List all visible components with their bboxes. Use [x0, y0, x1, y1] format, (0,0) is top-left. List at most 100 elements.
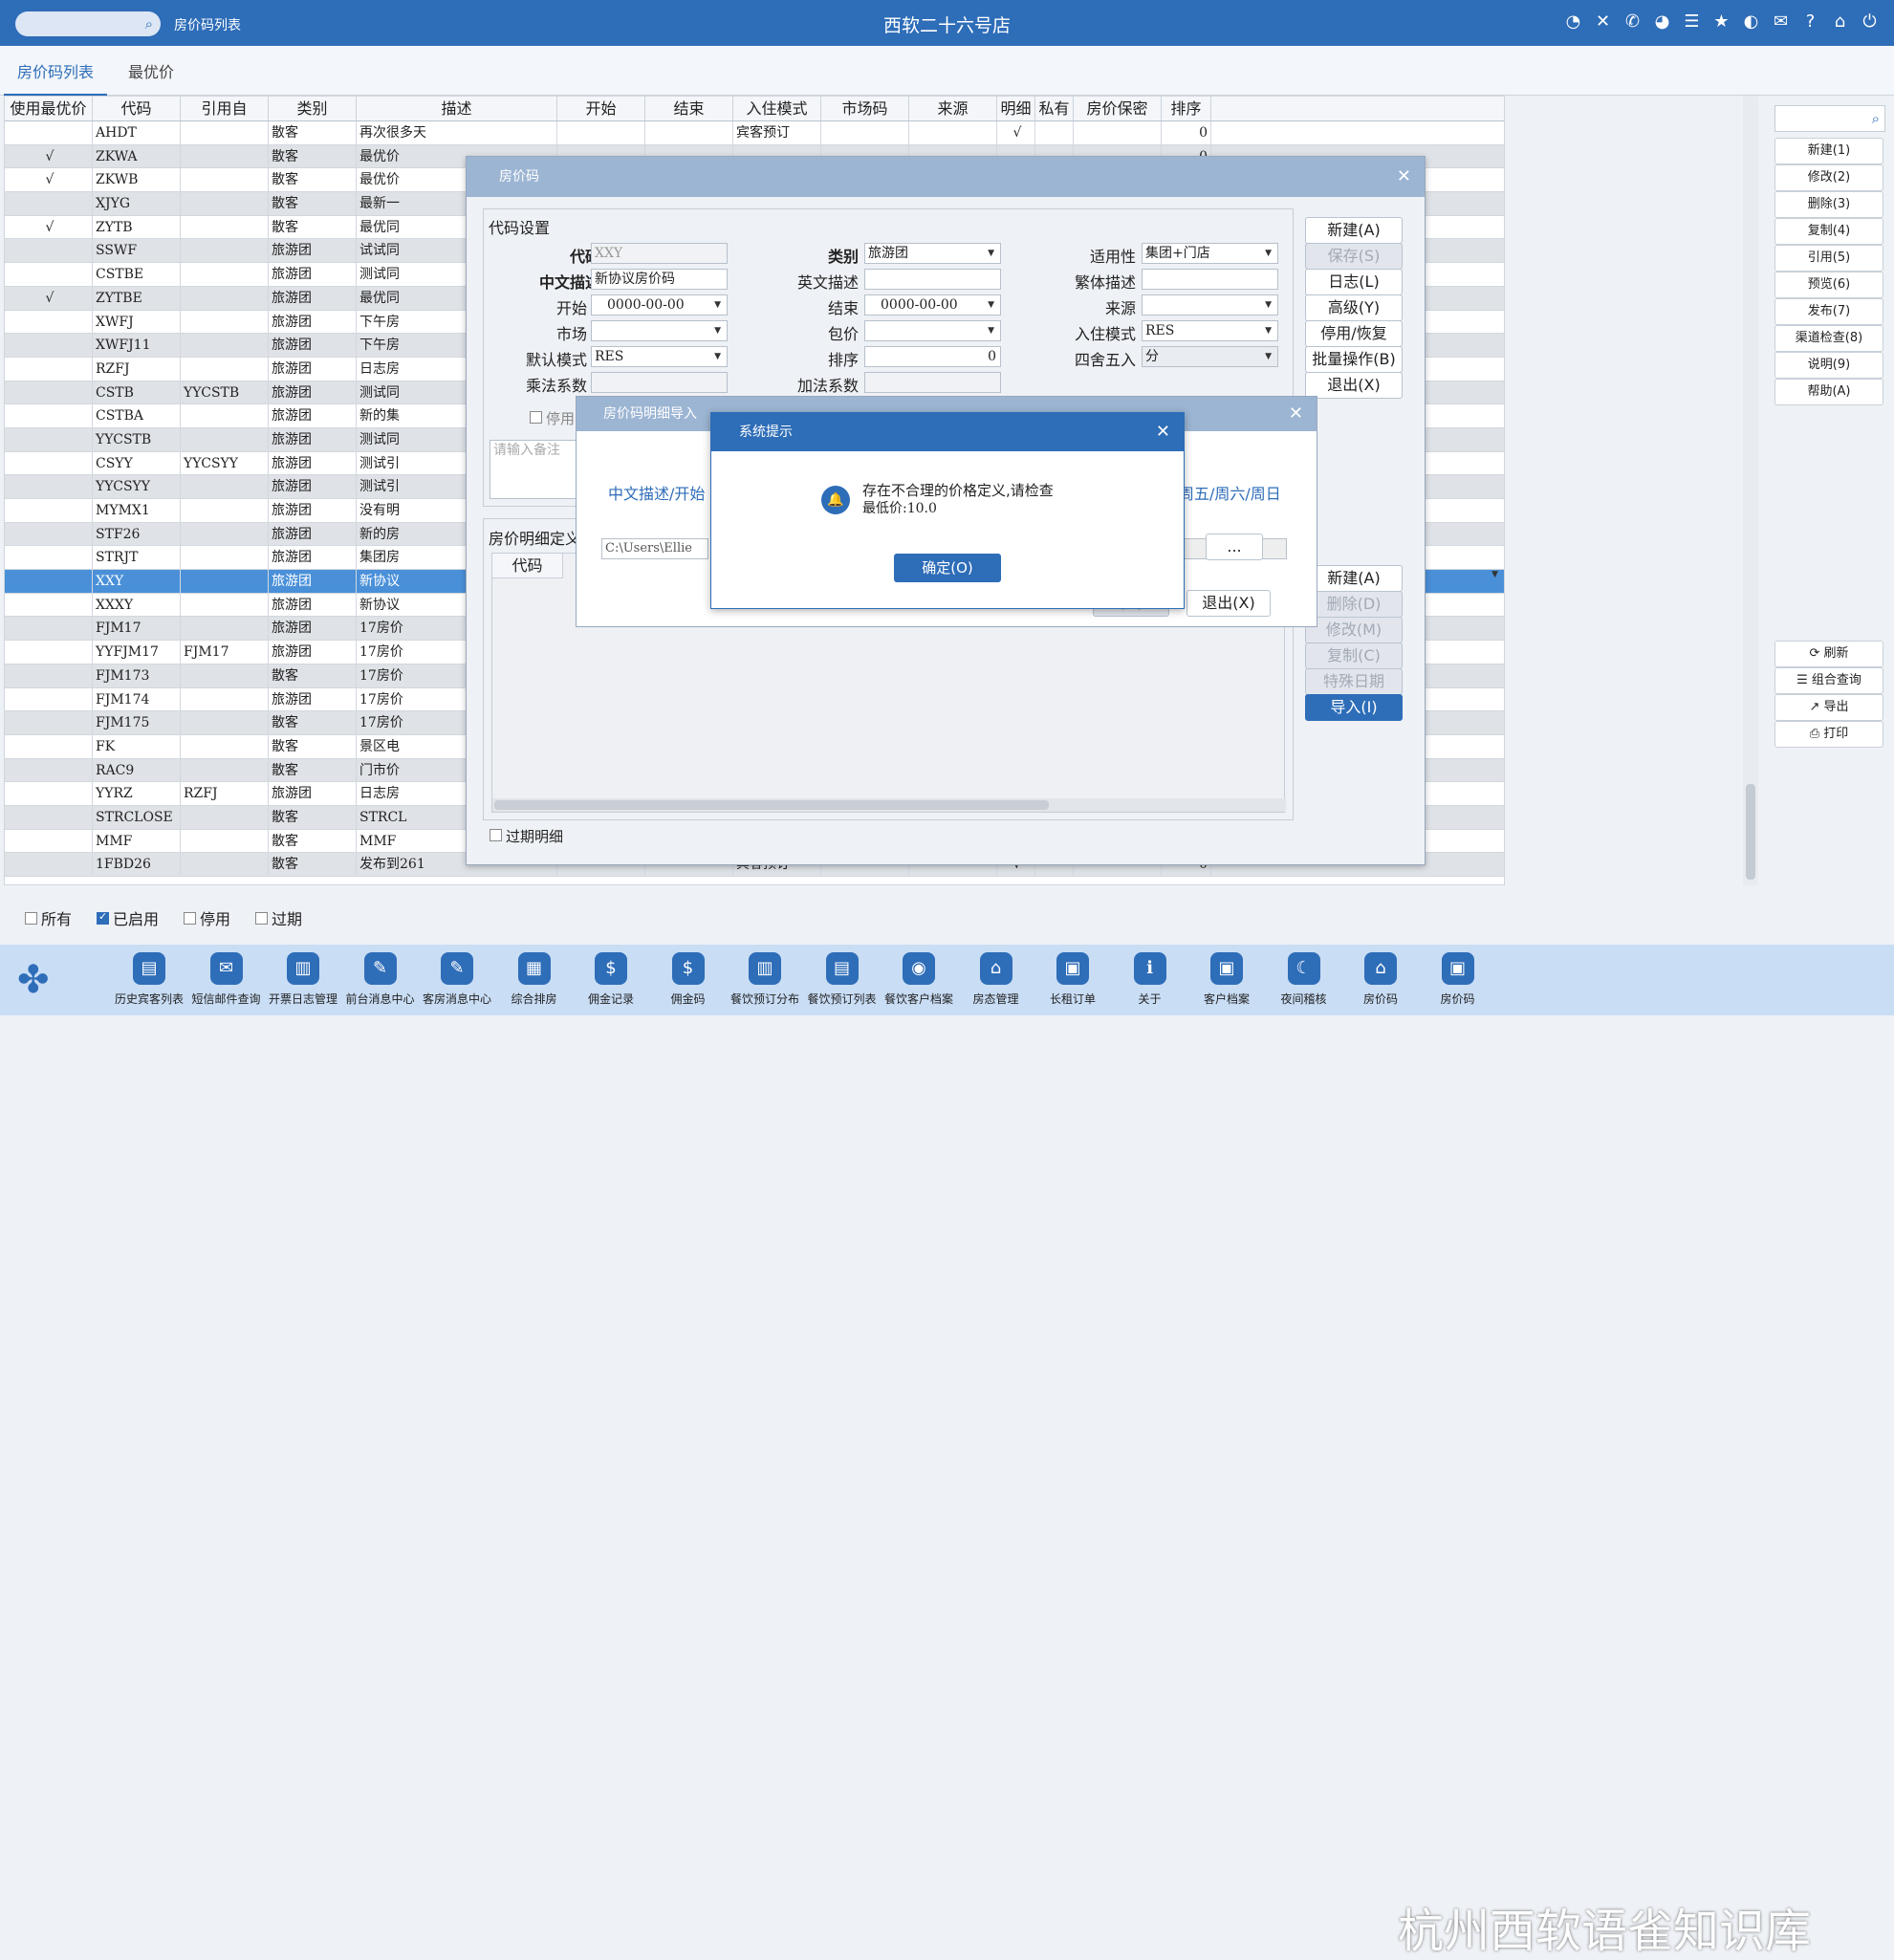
side-bottom-button[interactable]: ⟳ 刷新	[1774, 641, 1883, 667]
side-button[interactable]: 删除(3)	[1774, 191, 1883, 218]
checkbox[interactable]	[25, 911, 37, 925]
side-bottom-button[interactable]: ⎙ 打印	[1774, 721, 1883, 748]
column-header[interactable]: 明细	[997, 97, 1035, 120]
detail-button[interactable]: 复制(C)	[1305, 642, 1403, 669]
round-select[interactable]: 分	[1142, 346, 1278, 367]
column-header[interactable]: 排序	[1162, 97, 1211, 120]
taskbar-item[interactable]: ✉ 短信邮件查询	[188, 952, 265, 1007]
side-button[interactable]: 引用(5)	[1774, 245, 1883, 272]
home-icon[interactable]: ⌂	[1825, 11, 1855, 32]
dialog-button[interactable]: 退出(X)	[1305, 372, 1403, 399]
close-icon[interactable]: ✕	[1156, 413, 1170, 451]
taskbar-item[interactable]: ▥ 餐饮预订分布	[727, 952, 803, 1007]
filter-checkbox[interactable]: 所有	[25, 906, 72, 929]
menu-icon[interactable]: ☰	[1677, 11, 1707, 32]
start-date-field[interactable]: 0000-00-00	[591, 294, 728, 316]
vertical-scrollbar[interactable]	[1743, 96, 1758, 885]
code-field[interactable]: XXY	[591, 243, 728, 264]
add-field[interactable]	[864, 372, 1001, 393]
scroll-thumb[interactable]	[1746, 784, 1755, 880]
dialog-button[interactable]: 高级(Y)	[1305, 294, 1403, 321]
trad-desc-field[interactable]	[1142, 269, 1278, 290]
horizontal-scrollbar[interactable]	[492, 798, 1286, 812]
taskbar-item[interactable]: $ 佣金码	[650, 952, 727, 1007]
dialog-button[interactable]: 批量操作(B)	[1305, 346, 1403, 373]
taskbar-item[interactable]: ▤ 餐饮预订列表	[804, 952, 881, 1007]
table-row[interactable]: AHDT 散客 再次很多天 宾客预订 √ 0	[5, 121, 1504, 145]
side-button[interactable]: 修改(2)	[1774, 164, 1883, 191]
detail-button[interactable]: 修改(M)	[1305, 617, 1403, 643]
moon-icon[interactable]: ◐	[1736, 11, 1766, 32]
phone-icon[interactable]: ✆	[1618, 11, 1647, 32]
category-select[interactable]: 旅游团	[864, 243, 1001, 264]
side-button[interactable]: 预览(6)	[1774, 272, 1883, 298]
column-header[interactable]: 开始	[557, 97, 645, 120]
ok-button[interactable]: 确定(O)	[894, 554, 1001, 582]
checkbox[interactable]	[184, 911, 197, 925]
taskbar-item[interactable]: ⌂ 房价码	[1342, 952, 1419, 1007]
remark-textarea[interactable]: 请输入备注	[490, 440, 585, 499]
palette-icon[interactable]: ◕	[1647, 11, 1677, 32]
tab-rate-code-list[interactable]: 房价码列表	[4, 59, 108, 96]
close-icon[interactable]: ✕	[1397, 157, 1411, 197]
column-header[interactable]: 市场码	[821, 97, 909, 120]
help-icon[interactable]: ?	[1796, 11, 1825, 32]
taskbar-item[interactable]: ▣ 长租订单	[1034, 952, 1111, 1007]
column-header[interactable]: 入住模式	[733, 97, 821, 120]
star-icon[interactable]: ★	[1707, 11, 1736, 32]
column-header[interactable]: 使用最优价	[5, 97, 93, 120]
checkin-mode-select[interactable]: RES	[1142, 320, 1278, 341]
taskbar-item[interactable]: ⌂ 房态管理	[958, 952, 1034, 1007]
package-select[interactable]	[864, 320, 1001, 341]
end-date-field[interactable]: 0000-00-00	[864, 294, 1001, 316]
detail-button[interactable]: 新建(A)	[1305, 565, 1403, 592]
detail-button[interactable]: 特殊日期	[1305, 668, 1403, 695]
column-header[interactable]: 描述	[357, 97, 557, 120]
apply-select[interactable]: 集团+门店	[1142, 243, 1278, 264]
power-icon[interactable]: ⏻	[1855, 11, 1884, 32]
detail-button[interactable]: 删除(D)	[1305, 591, 1403, 618]
filter-checkbox[interactable]: 停用	[184, 906, 230, 929]
side-button[interactable]: 说明(9)	[1774, 352, 1883, 379]
column-header[interactable]: 私有	[1035, 97, 1074, 120]
dialog-button[interactable]: 新建(A)	[1305, 217, 1403, 244]
hscroll-thumb[interactable]	[494, 800, 1049, 810]
tools-icon[interactable]: ✕	[1588, 11, 1618, 32]
en-desc-field[interactable]	[864, 269, 1001, 290]
wifi-icon[interactable]: ◔	[1558, 11, 1588, 32]
sort-field[interactable]: 0	[864, 346, 1001, 367]
cn-desc-field[interactable]: 新协议房价码	[591, 269, 728, 290]
side-button[interactable]: 发布(7)	[1774, 298, 1883, 325]
taskbar-item[interactable]: $ 佣金记录	[573, 952, 649, 1007]
taskbar-item[interactable]: ▣ 客户档案	[1188, 952, 1265, 1007]
import-format-link[interactable]: 中文描述/开始	[608, 481, 705, 504]
filter-checkbox[interactable]: 过期	[255, 906, 302, 929]
side-button[interactable]: 复制(4)	[1774, 218, 1883, 245]
side-button[interactable]: 新建(1)	[1774, 138, 1883, 164]
source-select[interactable]	[1142, 294, 1278, 316]
dialog-button[interactable]: 停用/恢复	[1305, 320, 1403, 347]
taskbar-item[interactable]: ℹ 关于	[1112, 952, 1188, 1007]
taskbar-item[interactable]: ✎ 客房消息中心	[419, 952, 495, 1007]
column-header[interactable]: 来源	[909, 97, 997, 120]
import-exit-button[interactable]: 退出(X)	[1186, 590, 1271, 617]
side-bottom-button[interactable]: ↗ 导出	[1774, 694, 1883, 721]
start-menu-icon[interactable]: ✤	[17, 958, 50, 1002]
taskbar-item[interactable]: ☾ 夜间稽核	[1266, 952, 1342, 1007]
column-header[interactable]: 类别	[269, 97, 357, 120]
detail-button[interactable]: 导入(I)	[1305, 694, 1403, 721]
column-header[interactable]: 结束	[645, 97, 733, 120]
mult-field[interactable]	[591, 372, 728, 393]
taskbar-item[interactable]: ▤ 历史宾客列表	[111, 952, 187, 1007]
browse-button[interactable]: ...	[1206, 534, 1263, 560]
column-header[interactable]: 代码	[93, 97, 181, 120]
taskbar-item[interactable]: ▦ 综合排房	[496, 952, 573, 1007]
column-header[interactable]: 引用自	[181, 97, 269, 120]
side-bottom-button[interactable]: ☰ 组合查询	[1774, 667, 1883, 694]
right-search-input[interactable]: ⌕	[1774, 105, 1885, 132]
side-button[interactable]: 渠道检查(8)	[1774, 325, 1883, 352]
default-mode-select[interactable]: RES	[591, 346, 728, 367]
disable-checkbox[interactable]: 停用	[530, 408, 575, 428]
dialog-button[interactable]: 保存(S)	[1305, 243, 1403, 270]
file-path-field[interactable]: C:\Users\Ellie	[601, 538, 708, 559]
